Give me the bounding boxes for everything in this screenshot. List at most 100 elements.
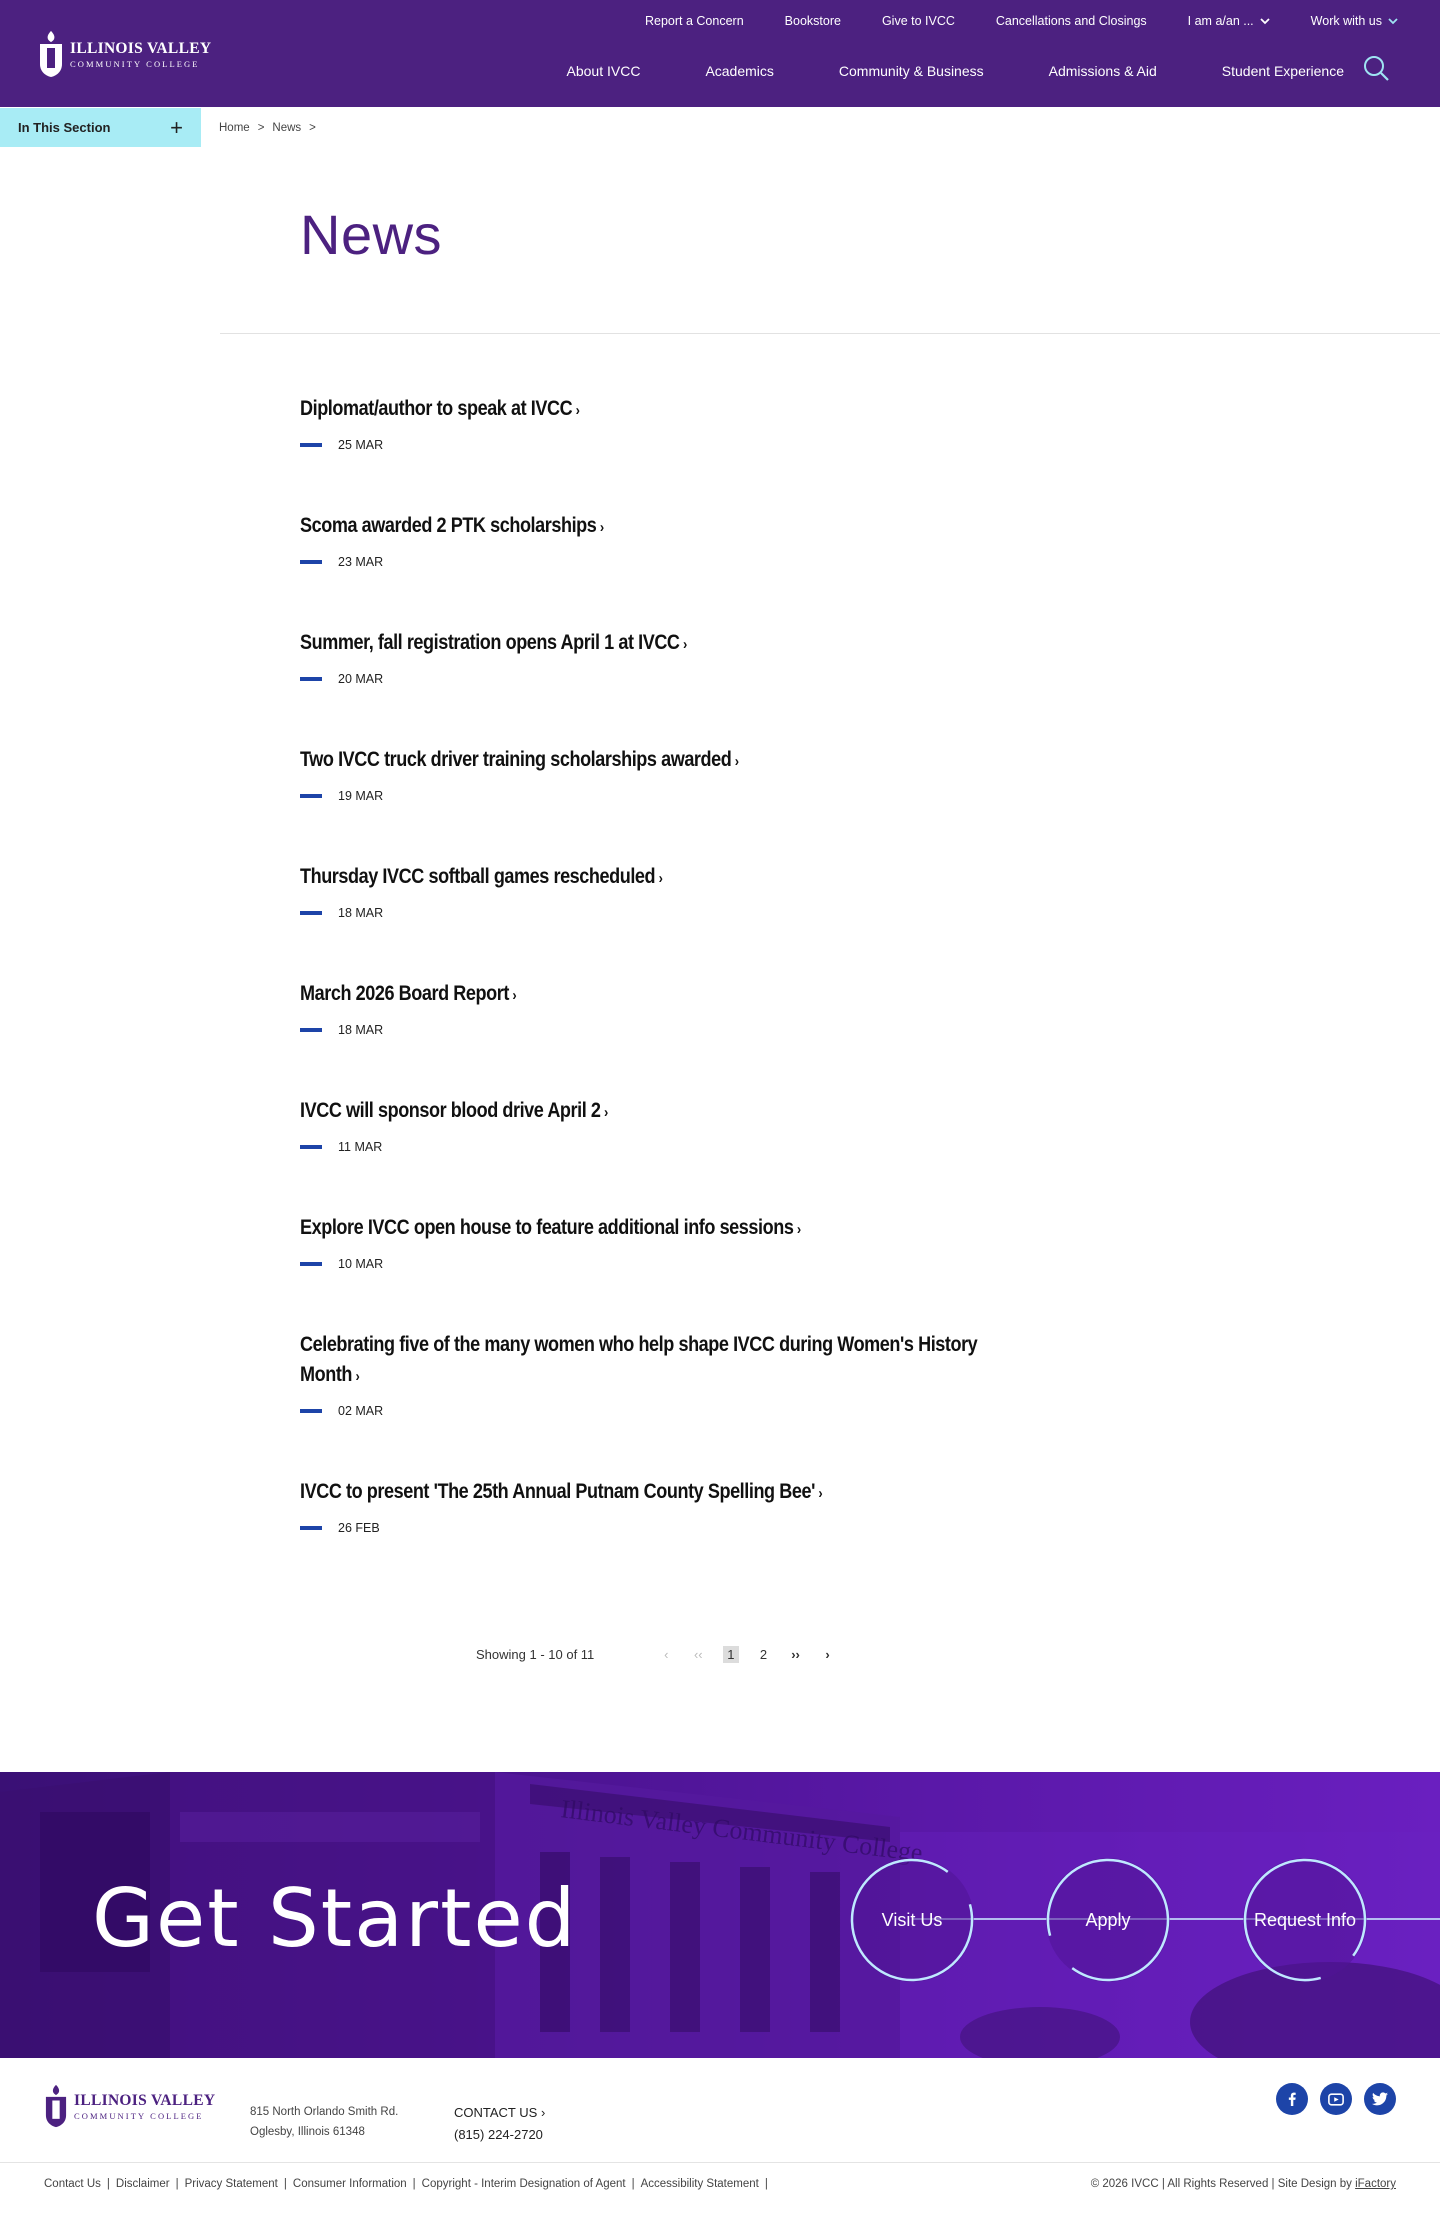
breadcrumb-home[interactable]: Home [219, 122, 250, 134]
news-item: Celebrating five of the many women who h… [300, 1330, 980, 1477]
request-info-label: Request Info [1253, 1909, 1357, 1930]
utility-i-am-dropdown[interactable]: I am a/an ... [1188, 14, 1270, 28]
chevron-down-icon [1260, 18, 1270, 25]
twitter-icon[interactable] [1364, 2083, 1396, 2115]
news-title-text: March 2026 Board Report [300, 982, 509, 1005]
date-dash [300, 677, 322, 681]
footer-link-accessibility[interactable]: Accessibility Statement [641, 2178, 759, 2190]
footer-phone[interactable]: (815) 224-2720 [454, 2124, 545, 2146]
news-date: 19 MAR [300, 789, 980, 803]
news-title-link[interactable]: March 2026 Board Report › [300, 979, 978, 1011]
search-icon[interactable] [1362, 54, 1390, 82]
apply-button[interactable]: Apply [1046, 1858, 1170, 1982]
news-title-link[interactable]: Thursday IVCC softball games rescheduled… [300, 862, 978, 894]
logo-sub-text: COMMUNITY COLLEGE [70, 58, 200, 69]
contact-us-link[interactable]: CONTACT US › [454, 2102, 545, 2124]
pagination-showing: Showing 1 - 10 of 11 [476, 1647, 595, 1662]
date-dash [300, 1526, 322, 1530]
social-links [1276, 2083, 1396, 2115]
footer-link-privacy[interactable]: Privacy Statement [185, 2178, 278, 2190]
news-item: Explore IVCC open house to feature addit… [300, 1213, 980, 1330]
footer-link-copyright-agent[interactable]: Copyright - Interim Designation of Agent [422, 2178, 626, 2190]
news-title-text: Explore IVCC open house to feature addit… [300, 1216, 794, 1239]
news-title-text: IVCC will sponsor blood drive April 2 [300, 1099, 601, 1122]
news-title-link[interactable]: Explore IVCC open house to feature addit… [300, 1213, 978, 1245]
pagination-first-button[interactable]: ‹‹ [691, 1647, 705, 1662]
news-date: 18 MAR [300, 1023, 980, 1037]
news-title-text: Two IVCC truck driver training scholarsh… [300, 748, 732, 771]
news-item: March 2026 Board Report › 18 MAR [300, 979, 980, 1096]
news-date: 10 MAR [300, 1257, 980, 1271]
news-item: Diplomat/author to speak at IVCC › 25 MAR [300, 394, 980, 511]
visit-us-label: Visit Us [881, 1909, 943, 1930]
pagination-page-1[interactable]: 1 [723, 1646, 739, 1663]
news-title-link[interactable]: IVCC will sponsor blood drive April 2 › [300, 1096, 978, 1128]
in-this-section-toggle[interactable]: In This Section + [0, 108, 201, 147]
chevron-right-icon: › [512, 987, 517, 1004]
chevron-right-icon: › [796, 1221, 801, 1238]
news-date: 26 FEB [300, 1521, 980, 1535]
news-title-link[interactable]: Celebrating five of the many women who h… [300, 1330, 978, 1392]
footer-logo[interactable]: ILLINOIS VALLEY COMMUNITY COLLEGE [44, 2084, 215, 2128]
pagination-page-2[interactable]: 2 [757, 1647, 771, 1662]
nav-about[interactable]: About IVCC [567, 63, 641, 79]
news-title-link[interactable]: Summer, fall registration opens April 1 … [300, 628, 978, 660]
news-date-text: 26 FEB [338, 1521, 380, 1535]
news-item: Two IVCC truck driver training scholarsh… [300, 745, 980, 862]
pagination-last-button[interactable]: ›› [789, 1647, 803, 1662]
pagination-next-button[interactable]: › [821, 1647, 835, 1662]
nav-community-business[interactable]: Community & Business [839, 63, 984, 79]
footer-link-consumer-info[interactable]: Consumer Information [293, 2178, 407, 2190]
chevron-right-icon: › [682, 636, 687, 653]
utility-label: Cancellations and Closings [995, 14, 1147, 28]
visit-us-button[interactable]: Visit Us [850, 1858, 974, 1982]
utility-bookstore[interactable]: Bookstore [785, 14, 841, 28]
footer-contact: CONTACT US › (815) 224-2720 [454, 2102, 545, 2146]
pagination-prev-button[interactable]: ‹ [659, 1647, 673, 1662]
nav-academics[interactable]: Academics [705, 63, 773, 79]
site-logo[interactable]: ILLINOIS VALLEY COMMUNITY COLLEGE [38, 30, 211, 78]
footer-link-separator: | [412, 2178, 416, 2190]
chevron-right-icon: › [734, 753, 739, 770]
news-item: Scoma awarded 2 PTK scholarships › 23 MAR [300, 511, 980, 628]
breadcrumb-news[interactable]: News [272, 122, 301, 134]
request-info-button[interactable]: Request Info [1243, 1858, 1367, 1982]
footer-link-separator: | [631, 2178, 635, 2190]
footer-link-disclaimer[interactable]: Disclaimer [116, 2178, 170, 2190]
contact-us-label: CONTACT US [454, 2105, 538, 2120]
logo-main-text: ILLINOIS VALLEY [74, 2091, 216, 2109]
utility-cancellations[interactable]: Cancellations and Closings [996, 14, 1147, 28]
news-title-link[interactable]: Diplomat/author to speak at IVCC › [300, 394, 978, 426]
address-line-2: Oglesby, Illinois 61348 [250, 2126, 365, 2138]
footer-links: Contact Us | Disclaimer | Privacy Statemen… [44, 2178, 774, 2190]
footer-divider [0, 2162, 1440, 2163]
main-nav: About IVCC Academics Community & Busines… [502, 63, 1345, 79]
nav-admissions-aid[interactable]: Admissions & Aid [1049, 63, 1157, 79]
footer-link-separator: | [764, 2178, 768, 2190]
get-started-title: Get Started [92, 1872, 578, 1965]
page-title: News [300, 203, 443, 266]
utility-give[interactable]: Give to IVCC [882, 14, 955, 28]
shield-logo-icon [40, 31, 62, 77]
date-dash [300, 560, 322, 564]
utility-work-with-us-dropdown[interactable]: Work with us [1311, 14, 1398, 28]
youtube-icon[interactable] [1320, 2083, 1352, 2115]
news-title-link[interactable]: Scoma awarded 2 PTK scholarships › [300, 511, 978, 543]
logo-text: ILLINOIS VALLEY COMMUNITY COLLEGE [70, 40, 211, 69]
footer-address: 815 North Orlando Smith Rd. Oglesby, Ill… [250, 2102, 398, 2142]
news-title-text: Scoma awarded 2 PTK scholarships [300, 514, 597, 537]
footer-link-contact-us[interactable]: Contact Us [44, 2178, 101, 2190]
news-title-link[interactable]: IVCC to present 'The 25th Annual Putnam … [300, 1477, 978, 1509]
site-header: ILLINOIS VALLEY COMMUNITY COLLEGE Report… [0, 0, 1440, 107]
news-title-link[interactable]: Two IVCC truck driver training scholarsh… [300, 745, 978, 777]
news-title-text: Celebrating five of the many women who h… [300, 1333, 978, 1386]
utility-label: Give to IVCC [881, 14, 955, 28]
date-dash [300, 1262, 322, 1266]
nav-student-experience[interactable]: Student Experience [1222, 63, 1344, 79]
news-date-text: 19 MAR [338, 789, 384, 803]
facebook-icon[interactable] [1276, 2083, 1308, 2115]
news-date-text: 10 MAR [338, 1257, 384, 1271]
utility-report-concern[interactable]: Report a Concern [645, 14, 744, 28]
breadcrumb-separator: > [309, 122, 316, 134]
ifactory-link[interactable]: iFactory [1355, 2178, 1396, 2190]
